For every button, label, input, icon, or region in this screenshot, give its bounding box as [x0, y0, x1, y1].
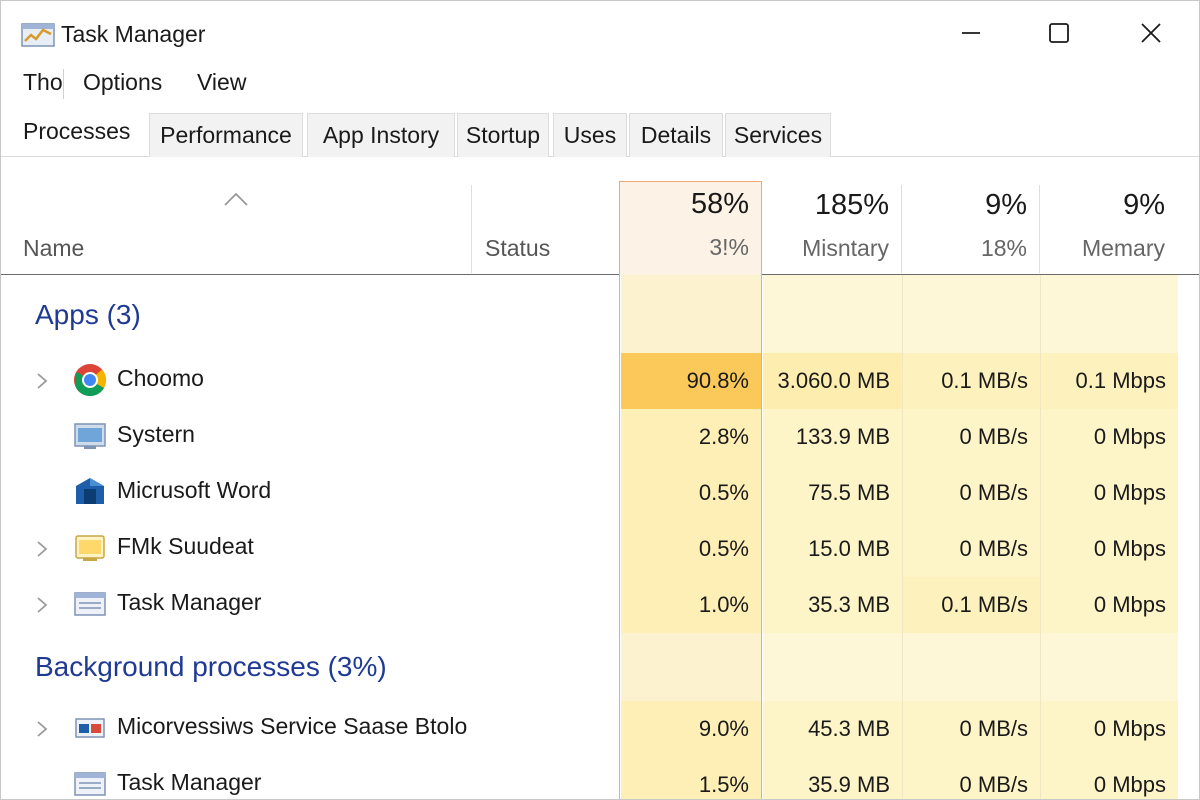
menu-bar: Tho Options View — [1, 65, 1199, 105]
network-cell: 0 Mbps — [1041, 521, 1178, 577]
network-cell: 0 Mbps — [1041, 465, 1178, 521]
cpu-cell: 0.5% — [621, 465, 761, 521]
system-icon — [74, 423, 106, 449]
tab-startup[interactable]: Stortup — [457, 113, 549, 157]
column-divider — [901, 185, 902, 273]
network-cell: 0 Mbps — [1041, 577, 1178, 633]
memory-label: Misntary — [802, 235, 889, 261]
column-divider — [471, 185, 472, 273]
disk-cell: 0 MB/s — [903, 465, 1040, 521]
table-row[interactable]: 1.0% 35.3 MB 0.1 MB/s 0 Mbps Task Manage… — [1, 577, 1181, 633]
column-header: 185% Misntary 9% 18% 9% Memary — [1, 157, 1199, 275]
memory-cell: 35.9 MB — [763, 757, 902, 799]
close-button[interactable] — [1123, 11, 1179, 55]
memory-cell: 45.3 MB — [763, 701, 902, 757]
cpu-cell: 1.5% — [621, 757, 761, 799]
group-apps[interactable]: Apps (3) — [35, 299, 141, 331]
process-name: Choomo — [117, 365, 204, 391]
cpu-cell: 90.8% — [621, 353, 761, 409]
cpu-percent: 58% — [690, 188, 749, 220]
network-cell: 0 Mbps — [1041, 409, 1178, 465]
column-divider — [1039, 185, 1040, 273]
disk-cell: 0.1 MB/s — [903, 353, 1040, 409]
disk-cell: 0.1 MB/s — [903, 577, 1040, 633]
tab-users[interactable]: Uses — [553, 113, 627, 157]
task-manager-icon — [74, 592, 106, 616]
disk-cell: 0 MB/s — [903, 409, 1040, 465]
cpu-label: 3!% — [709, 234, 749, 260]
maximize-icon — [1049, 23, 1069, 43]
menu-view[interactable]: View — [197, 69, 246, 96]
network-column-header[interactable]: 9% Memary — [1041, 185, 1177, 275]
minimize-button[interactable] — [943, 11, 999, 55]
sort-ascending-icon[interactable] — [223, 191, 249, 207]
tab-app-history[interactable]: App Instory — [307, 113, 455, 157]
minimize-icon — [962, 32, 980, 34]
disk-cell: 0 MB/s — [903, 757, 1040, 799]
cpu-cell: 0.5% — [621, 521, 761, 577]
memory-percent: 185% — [814, 189, 889, 221]
process-name: Micorvessiws Service Saase Btolo — [117, 713, 468, 739]
table-row[interactable]: 90.8% 3.060.0 MB 0.1 MB/s 0.1 Mbps Choom… — [1, 353, 1181, 409]
task-manager-window: Task Manager Tho Options View Processes … — [0, 0, 1200, 800]
process-name: Task Manager — [117, 589, 262, 615]
table-row[interactable]: 0.5% 15.0 MB 0 MB/s 0 Mbps FMk Suudeat — [1, 521, 1181, 577]
network-cell: 0.1 Mbps — [1041, 353, 1178, 409]
window-title: Task Manager — [61, 21, 206, 47]
title-bar[interactable]: Task Manager — [1, 1, 1199, 65]
memory-cell: 133.9 MB — [763, 409, 902, 465]
table-row[interactable]: 9.0% 45.3 MB 0 MB/s 0 Mbps Micorvessiws … — [1, 701, 1181, 757]
table-row[interactable]: 1.5% 35.9 MB 0 MB/s 0 Mbps Task Manager — [1, 757, 1181, 799]
tab-services[interactable]: Services — [725, 113, 831, 157]
tab-processes[interactable]: Processes — [23, 109, 145, 153]
scrollbar-track[interactable] — [1179, 275, 1199, 799]
cpu-cell: 1.0% — [621, 577, 761, 633]
task-manager-app-icon — [21, 23, 55, 47]
status-column-header[interactable]: Status — [485, 235, 550, 262]
service-icon — [75, 718, 105, 738]
chevron-right-icon[interactable] — [35, 719, 49, 739]
memory-column-header[interactable]: 185% Misntary — [763, 185, 901, 275]
memory-cell: 35.3 MB — [763, 577, 902, 633]
name-column-header[interactable]: Name — [23, 235, 84, 262]
disk-cell: 0 MB/s — [903, 701, 1040, 757]
process-table: Apps (3) 90.8% 3.060.0 MB 0.1 MB/s 0.1 M… — [1, 275, 1199, 799]
chevron-right-icon[interactable] — [35, 371, 49, 391]
chrome-icon — [74, 364, 107, 397]
cpu-column-header[interactable]: 58% 3!% — [619, 181, 762, 275]
menu-options[interactable]: Options — [83, 69, 162, 96]
memory-cell: 15.0 MB — [763, 521, 902, 577]
cpu-cell: 9.0% — [621, 701, 761, 757]
disk-percent: 9% — [985, 189, 1027, 221]
disk-column-header[interactable]: 9% 18% — [903, 185, 1039, 275]
menu-separator — [63, 69, 64, 99]
chevron-right-icon[interactable] — [35, 539, 49, 559]
group-background-processes[interactable]: Background processes (3%) — [35, 651, 387, 683]
process-name: Micrusoft Word — [117, 477, 272, 503]
disk-cell: 0 MB/s — [903, 521, 1040, 577]
memory-cell: 3.060.0 MB — [763, 353, 902, 409]
tab-performance[interactable]: Performance — [149, 113, 303, 157]
table-row[interactable]: 2.8% 133.9 MB 0 MB/s 0 Mbps Systern — [1, 409, 1181, 465]
folder-icon — [75, 535, 105, 561]
memory-cell: 75.5 MB — [763, 465, 902, 521]
network-label: Memary — [1081, 235, 1165, 261]
network-cell: 0 Mbps — [1041, 701, 1178, 757]
task-manager-icon — [74, 772, 106, 796]
cpu-cell: 2.8% — [621, 409, 761, 465]
tab-details[interactable]: Details — [629, 113, 723, 157]
menu-file[interactable]: Tho — [23, 69, 63, 96]
disk-label: 18% — [980, 235, 1027, 261]
network-cell: 0 Mbps — [1041, 757, 1178, 799]
process-name: Task Manager — [117, 769, 262, 795]
table-row[interactable]: 0.5% 75.5 MB 0 MB/s 0 Mbps Micrusoft Wor… — [1, 465, 1181, 521]
process-name: FMk Suudeat — [117, 533, 254, 559]
close-icon — [1141, 23, 1161, 43]
maximize-button[interactable] — [1031, 11, 1087, 55]
chevron-right-icon[interactable] — [35, 595, 49, 615]
word-icon — [76, 478, 104, 504]
process-name: Systern — [117, 421, 195, 447]
tab-bar: Processes Performance App Instory Stortu… — [1, 105, 1199, 157]
network-percent: 9% — [1123, 189, 1165, 221]
